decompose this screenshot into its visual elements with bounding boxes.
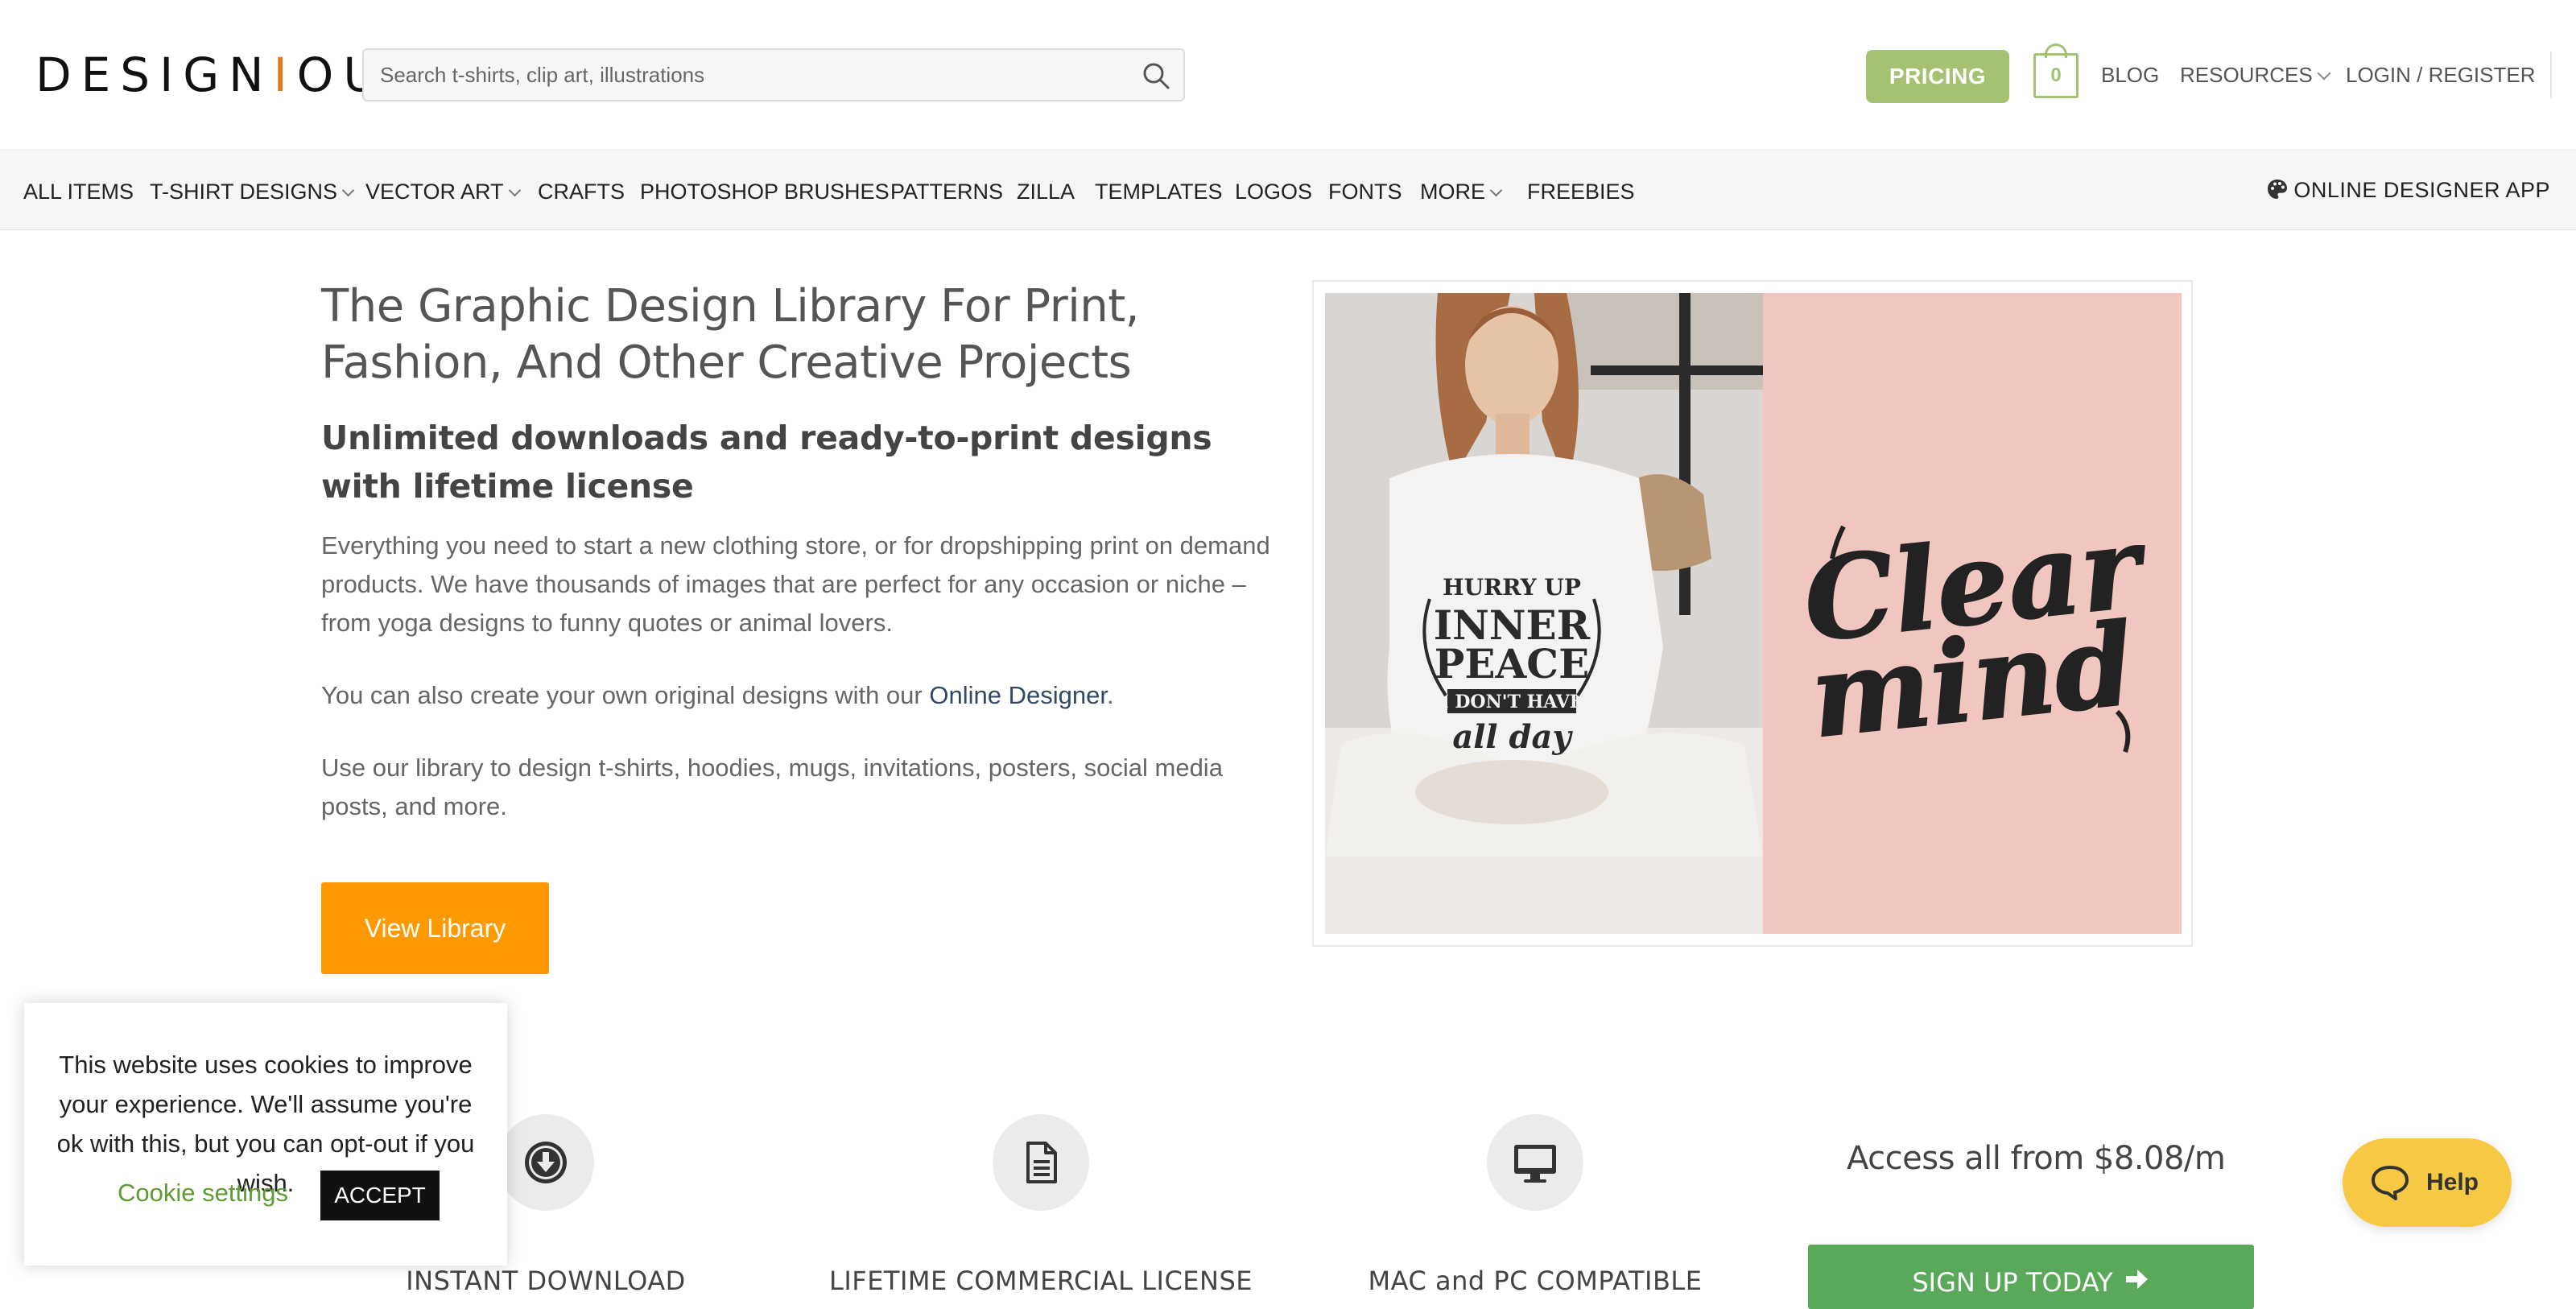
model-tshirt-illustration: HURRY UP INNER PEACE I DON'T HAVE all da…: [1325, 293, 1763, 934]
online-designer-app-label: ONLINE DESIGNER APP: [2293, 178, 2550, 202]
clear-mind-artwork: Clear mind: [1763, 293, 2182, 934]
header-divider: [2550, 52, 2552, 98]
main-nav: ALL ITEMS T-SHIRT DESIGNS VECTOR ART CRA…: [0, 150, 2576, 230]
cart-count: 0: [2033, 53, 2079, 98]
cookie-banner: This website uses cookies to improve you…: [24, 1003, 507, 1266]
sign-up-button[interactable]: SIGN UP TODAY: [1808, 1245, 2254, 1309]
mac-pc-label: MAC and PC COMPATIBLE: [1368, 1266, 1703, 1296]
commercial-license-feature: [993, 1114, 1089, 1211]
cookie-settings-link[interactable]: Cookie settings: [118, 1179, 288, 1208]
hero-paragraph-intro: Everything you need to start a new cloth…: [321, 531, 1270, 637]
shirt-text-line-1: HURRY UP: [1443, 574, 1581, 601]
model-photo: HURRY UP INNER PEACE I DON'T HAVE all da…: [1325, 293, 1763, 934]
hero-subtitle: Unlimited downloads and ready-to-print d…: [321, 419, 1212, 506]
nav-item-vector-art[interactable]: VECTOR ART: [365, 178, 521, 205]
logo-text-start: DESIGN: [35, 47, 274, 102]
hero-paragraph-designer: You can also create your own original de…: [321, 676, 1271, 715]
nav-item-crafts[interactable]: CRAFTS: [538, 178, 625, 205]
access-price-text: Access all from $8.08/m: [1847, 1140, 2226, 1177]
nav-item-t-shirt-designs[interactable]: T-SHIRT DESIGNS: [150, 178, 355, 205]
download-icon: [525, 1142, 567, 1183]
shirt-text-line-3: PEACE: [1435, 640, 1589, 688]
resources-label: RESOURCES: [2180, 63, 2313, 87]
document-icon: [1026, 1142, 1057, 1183]
search-input[interactable]: [378, 50, 1103, 100]
chat-bubble-icon: [2372, 1166, 2409, 1200]
mac-pc-feature: [1487, 1114, 1583, 1211]
palette-icon: [2268, 180, 2288, 199]
chevron-down-icon: [341, 184, 355, 197]
search-icon[interactable]: [1141, 61, 1170, 90]
help-label: Help: [2426, 1169, 2479, 1195]
resources-menu[interactable]: RESOURCES: [2180, 61, 2331, 89]
nav-item-label: MORE: [1420, 180, 1485, 204]
chevron-down-icon: [508, 184, 521, 197]
logo-text-accent: I: [273, 47, 297, 102]
commercial-license-label: LIFETIME COMMERCIAL LICENSE: [829, 1266, 1253, 1296]
search-box: [362, 48, 1185, 101]
nav-item-templates[interactable]: TEMPLATES: [1095, 178, 1223, 205]
sign-up-label: SIGN UP TODAY: [1912, 1267, 2113, 1298]
view-library-button[interactable]: View Library: [321, 882, 549, 974]
cookie-accept-button[interactable]: ACCEPT: [320, 1171, 440, 1220]
site-header: DESIGNIOUS PRICING 0 BLOG RESOURCES LOGI…: [0, 0, 2576, 150]
nav-item-logos[interactable]: LOGOS: [1235, 178, 1312, 205]
chevron-down-icon: [2317, 66, 2331, 81]
arrow-right-icon: [2125, 1270, 2148, 1289]
nav-item-label: T-SHIRT DESIGNS: [150, 180, 338, 204]
hero-image: HURRY UP INNER PEACE I DON'T HAVE all da…: [1312, 280, 2193, 947]
shirt-text-line-4: I DON'T HAVE: [1440, 692, 1583, 712]
monitor-icon: [1514, 1145, 1556, 1183]
nav-item-all-items[interactable]: ALL ITEMS: [23, 178, 134, 205]
cart-button[interactable]: 0: [2033, 43, 2079, 98]
instant-download-feature: [497, 1114, 594, 1211]
instant-download-label: INSTANT DOWNLOAD: [406, 1266, 686, 1296]
nav-item-zilla[interactable]: ZILLA: [1017, 178, 1075, 205]
nav-item-fonts[interactable]: FONTS: [1328, 178, 1402, 205]
hero-title: The Graphic Design Library For Print, Fa…: [321, 280, 1140, 389]
online-designer-link[interactable]: Online Designer: [929, 681, 1107, 709]
clear-mind-lettering: Clear mind: [1797, 500, 2154, 765]
nav-item-freebies[interactable]: FREEBIES: [1527, 178, 1635, 205]
nav-item-photoshop-brushes[interactable]: PHOTOSHOP BRUSHES: [640, 178, 890, 205]
online-designer-app-link[interactable]: ONLINE DESIGNER APP: [2266, 178, 2550, 203]
nav-item-label: VECTOR ART: [365, 180, 504, 204]
hero-paragraph-uses: Use our library to design t-shirts, hood…: [321, 754, 1223, 820]
designer-text-after: .: [1106, 681, 1114, 709]
login-register-link[interactable]: LOGIN / REGISTER: [2346, 61, 2536, 89]
help-widget-button[interactable]: Help: [2343, 1138, 2512, 1227]
nav-item-more[interactable]: MORE: [1420, 178, 1503, 205]
blog-link[interactable]: BLOG: [2101, 61, 2159, 89]
nav-item-patterns[interactable]: PATTERNS: [890, 178, 1003, 205]
pricing-button[interactable]: PRICING: [1866, 50, 2009, 103]
designer-text-before: You can also create your own original de…: [321, 681, 930, 709]
shirt-text-line-5: all day: [1452, 718, 1573, 756]
chevron-down-icon: [1489, 184, 1503, 197]
